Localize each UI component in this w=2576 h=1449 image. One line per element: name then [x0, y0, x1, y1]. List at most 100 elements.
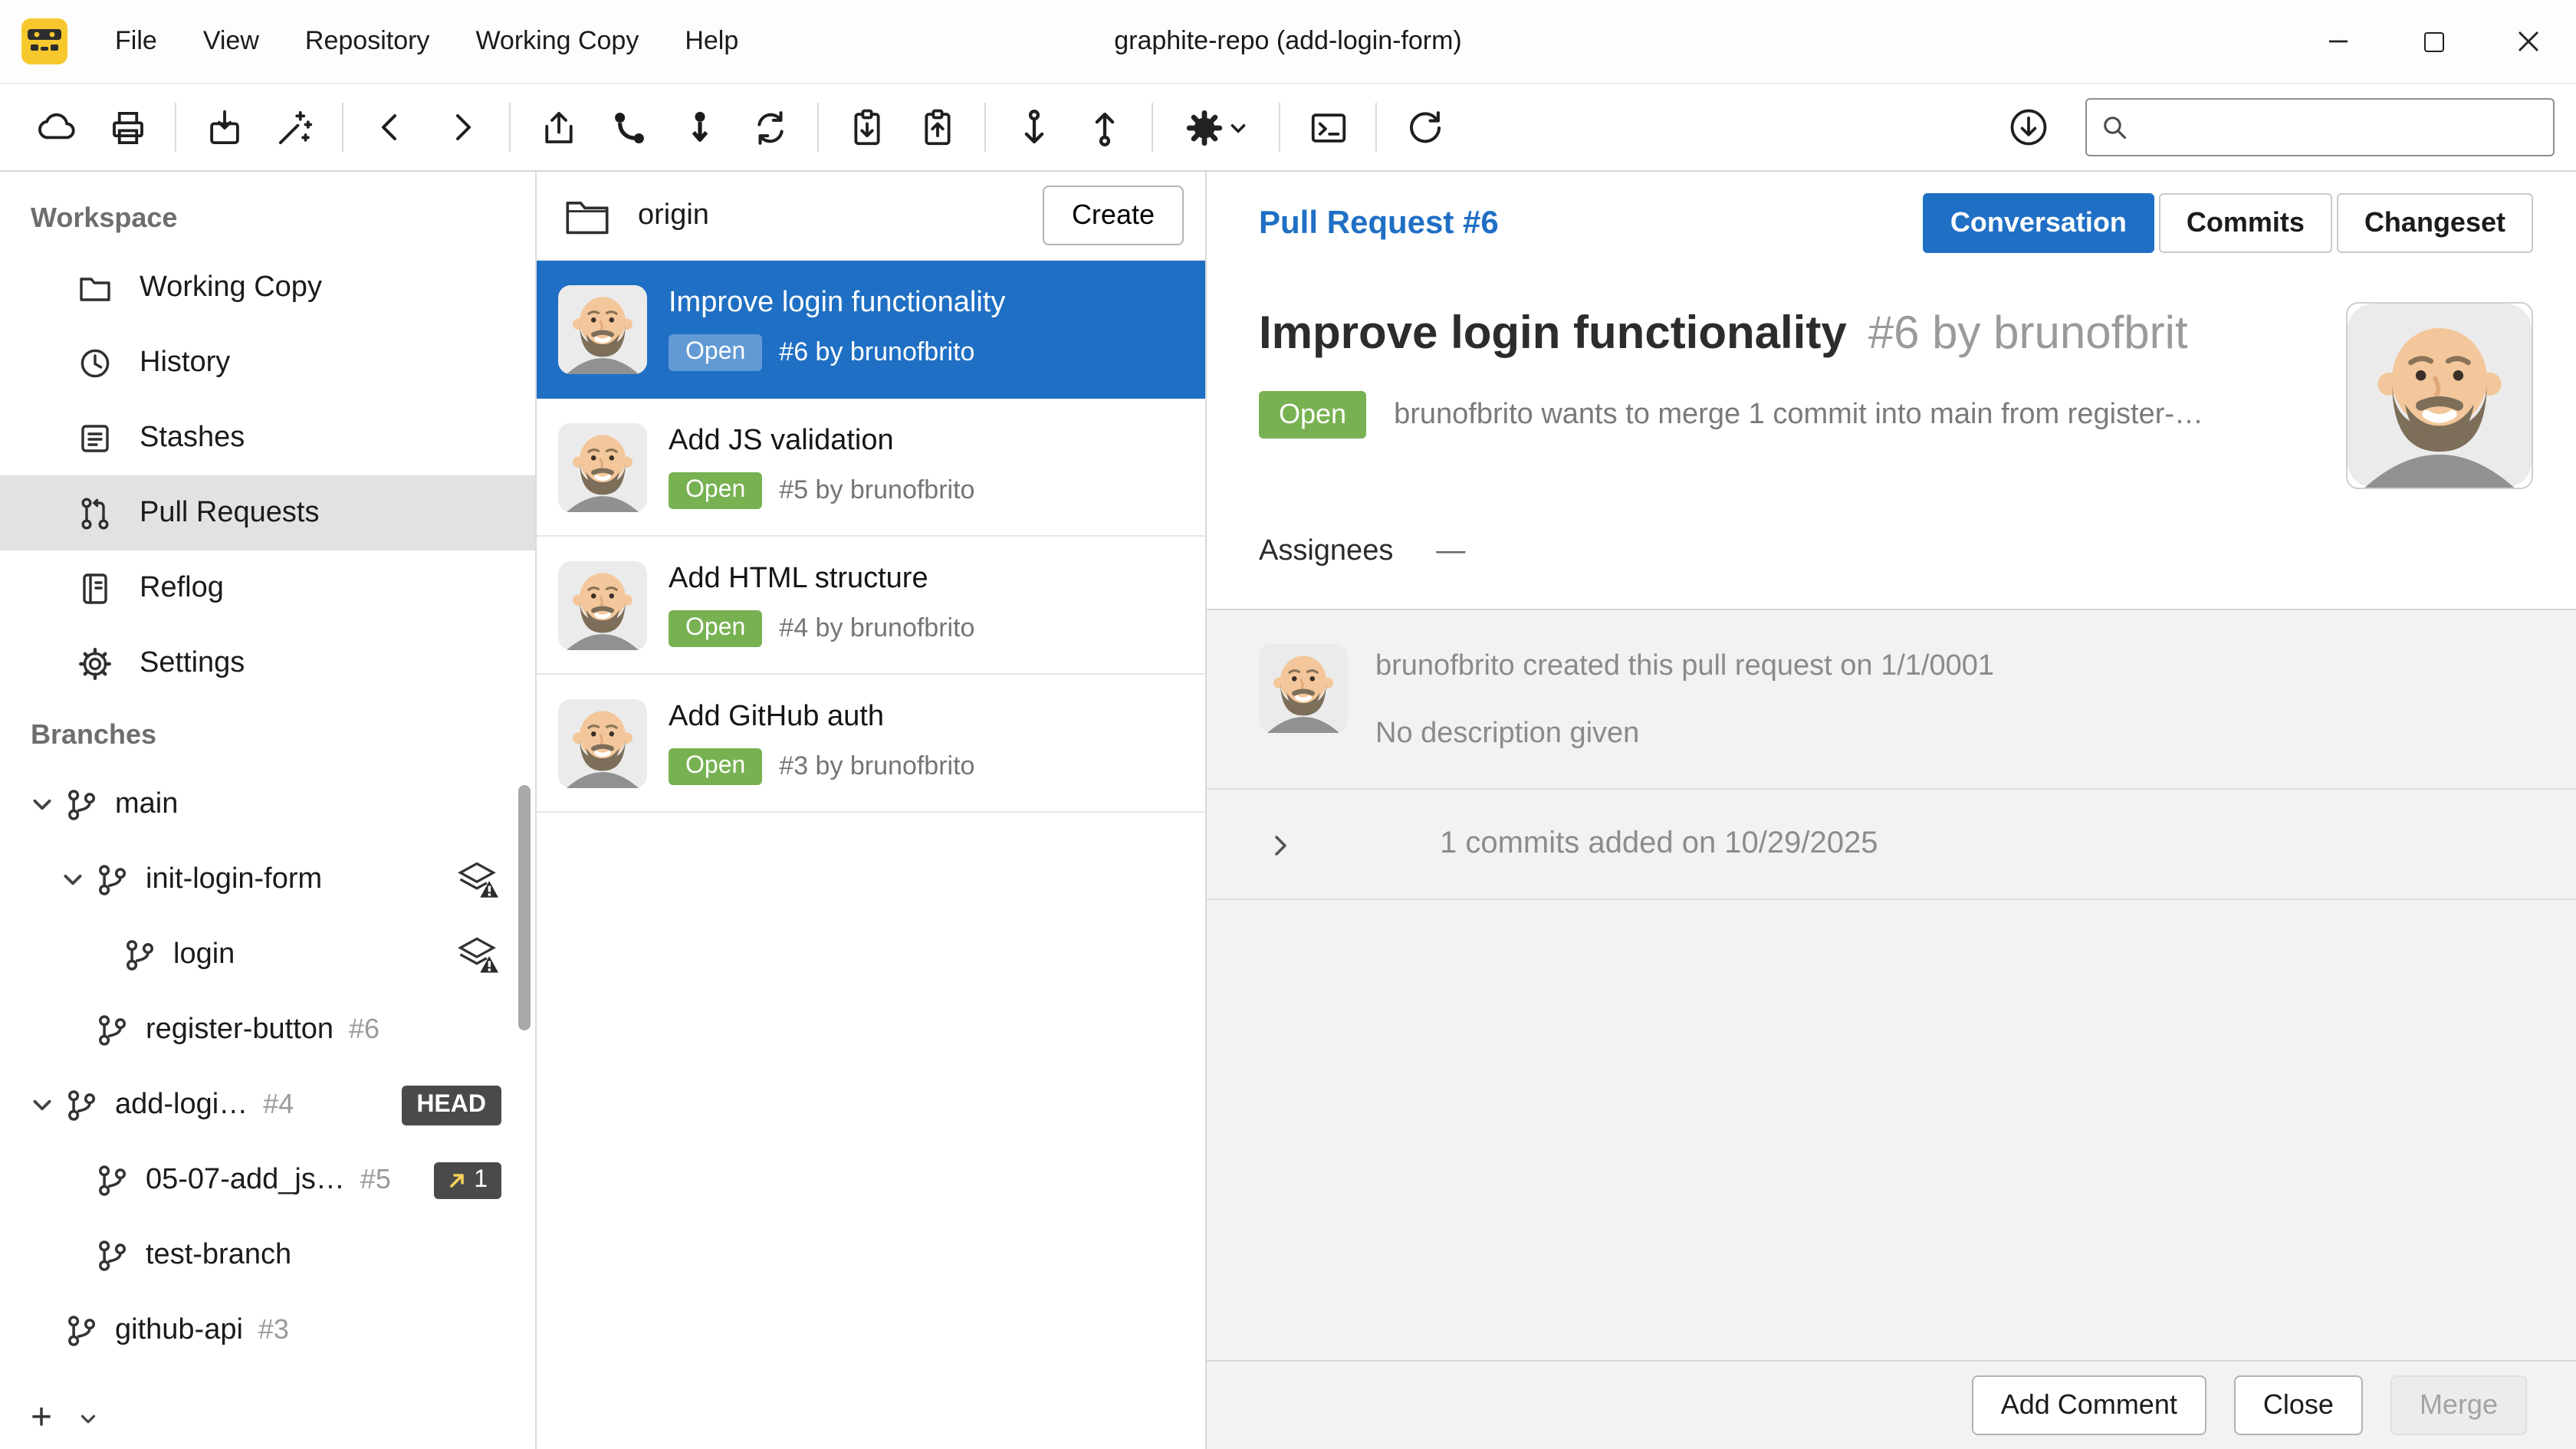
menu-view[interactable]: View [180, 0, 282, 83]
merge-button[interactable]: Merge [2390, 1375, 2527, 1435]
sidebar: Workspace Working Copy History Stashes P… [0, 172, 537, 1449]
branches-header: Branches [0, 701, 535, 767]
cloud-button[interactable] [21, 94, 92, 161]
sidebar-item-history[interactable]: History [0, 325, 535, 400]
chevron-down-icon[interactable] [21, 1092, 61, 1118]
sidebar-scrollbar[interactable] [518, 785, 531, 1030]
head-badge: HEAD [401, 1085, 501, 1125]
menu-help[interactable]: Help [662, 0, 761, 83]
status-badge: Open [669, 472, 762, 509]
ahead-badge: 1 [434, 1162, 501, 1198]
git-branch-icon [92, 863, 132, 896]
rebase-button[interactable] [664, 94, 734, 161]
sidebar-item-settings[interactable]: Settings [0, 626, 535, 701]
branch-row-main[interactable]: main [0, 767, 535, 842]
sidebar-item-label: Reflog [140, 571, 224, 605]
terminal-button[interactable] [1293, 94, 1363, 161]
sidebar-item-stashes[interactable]: Stashes [0, 400, 535, 475]
chevron-down-icon[interactable] [52, 866, 92, 892]
sidebar-item-reflog[interactable]: Reflog [0, 550, 535, 626]
printer-icon [107, 107, 148, 148]
downloads-button[interactable] [1993, 94, 2064, 161]
sidebar-item-label: History [140, 346, 230, 380]
pr-list-item[interactable]: Add JS validation Open #5 by brunofbrito [537, 399, 1205, 537]
tab-conversation[interactable]: Conversation [1923, 193, 2154, 253]
chevron-down-icon[interactable] [77, 1407, 100, 1430]
git-branch-icon [120, 938, 159, 971]
toolbar-separator [1152, 103, 1153, 152]
minimize-button[interactable] [2291, 0, 2386, 83]
app-window: File View Repository Working Copy Help g… [0, 0, 2576, 1449]
branch-row-login[interactable]: login [0, 917, 535, 992]
pr-list-item[interactable]: Add GitHub auth Open #3 by brunofbrito [537, 675, 1205, 813]
quick-actions-button[interactable] [259, 94, 330, 161]
pr-title: Add HTML structure [669, 563, 974, 596]
sidebar-item-label: Stashes [140, 421, 245, 455]
branch-row-add-login-form[interactable]: add-logi… #4 HEAD [0, 1067, 535, 1142]
created-line: brunofbrito created this pull request on… [1375, 650, 1994, 684]
add-comment-button[interactable]: Add Comment [1972, 1375, 2206, 1435]
maximize-button[interactable] [2386, 0, 2481, 83]
sync-button[interactable] [734, 94, 805, 161]
clone-button[interactable] [189, 94, 259, 161]
push-button[interactable] [1069, 94, 1139, 161]
chevron-right-icon [443, 109, 480, 146]
pr-number: #6 [349, 1014, 380, 1046]
unstash-button[interactable] [902, 94, 972, 161]
gear-dark-icon [1184, 107, 1225, 148]
pr-list-item[interactable]: Add HTML structure Open #4 by brunofbrit… [537, 537, 1205, 675]
merge-description: brunofbrito wants to merge 1 commit into… [1394, 398, 2203, 432]
pr-created-event: brunofbrito created this pull request on… [1207, 610, 2576, 790]
menu-file[interactable]: File [92, 0, 180, 83]
chevron-down-icon[interactable] [21, 791, 61, 817]
folder-icon [77, 269, 113, 306]
sidebar-item-pull-requests[interactable]: Pull Requests [0, 475, 535, 550]
pr-detail-title-link[interactable]: Pull Request #6 [1259, 205, 1499, 242]
avatar [558, 698, 647, 787]
menu-working-copy[interactable]: Working Copy [452, 0, 662, 83]
print-button[interactable] [92, 94, 163, 161]
close-button[interactable] [2481, 0, 2576, 83]
checkout-button[interactable] [523, 94, 593, 161]
branch-row-register-button[interactable]: register-button #6 [0, 992, 535, 1067]
close-pr-button[interactable]: Close [2234, 1375, 2363, 1435]
tab-commits[interactable]: Commits [2159, 193, 2332, 253]
branch-row-05-07-add-js[interactable]: 05-07-add_js… #5 1 [0, 1142, 535, 1217]
merge-button-toolbar[interactable] [593, 94, 664, 161]
avatar [558, 284, 647, 373]
magic-wand-icon [274, 107, 315, 148]
git-branch-icon [61, 1088, 101, 1122]
add-button[interactable]: + [21, 1397, 61, 1440]
conversation-thread: brunofbrito created this pull request on… [1207, 609, 2576, 1449]
tab-changeset[interactable]: Changeset [2337, 193, 2533, 253]
pr-big-title-suffix: #6 by brunofbrit [1868, 308, 2188, 359]
menu-repository[interactable]: Repository [282, 0, 453, 83]
search-input[interactable] [2141, 113, 2539, 141]
avatar [1259, 644, 1348, 733]
refresh-button[interactable] [1389, 94, 1460, 161]
stash-button[interactable] [831, 94, 902, 161]
pr-list-item[interactable]: Improve login functionality Open #6 by b… [537, 261, 1205, 399]
back-button[interactable] [356, 94, 426, 161]
forward-button[interactable] [426, 94, 497, 161]
commits-group-row[interactable]: 1 commits added on 10/29/2025 [1207, 790, 2576, 900]
repository-menu-button[interactable] [1165, 94, 1267, 161]
branch-row-github-api[interactable]: github-api #3 [0, 1293, 535, 1368]
sidebar-item-working-copy[interactable]: Working Copy [0, 250, 535, 325]
sidebar-item-label: Working Copy [140, 271, 322, 304]
branch-row-test-branch[interactable]: test-branch [0, 1217, 535, 1293]
merge-icon [608, 107, 649, 148]
branch-name: add-logi… [115, 1088, 248, 1122]
chevron-right-icon[interactable] [1268, 832, 1293, 856]
rebase-icon [678, 107, 720, 148]
pr-title: Improve login functionality [669, 287, 1005, 320]
status-badge: Open [669, 334, 762, 371]
branch-row-init-login-form[interactable]: init-login-form [0, 842, 535, 917]
close-icon [2518, 31, 2539, 52]
pr-meta: #5 by brunofbrito [779, 475, 974, 506]
assignees-value: — [1436, 535, 1465, 569]
pull-button[interactable] [998, 94, 1069, 161]
create-pr-button[interactable]: Create [1043, 186, 1184, 245]
git-branch-icon [92, 1163, 132, 1197]
pr-title: Add JS validation [669, 425, 974, 458]
